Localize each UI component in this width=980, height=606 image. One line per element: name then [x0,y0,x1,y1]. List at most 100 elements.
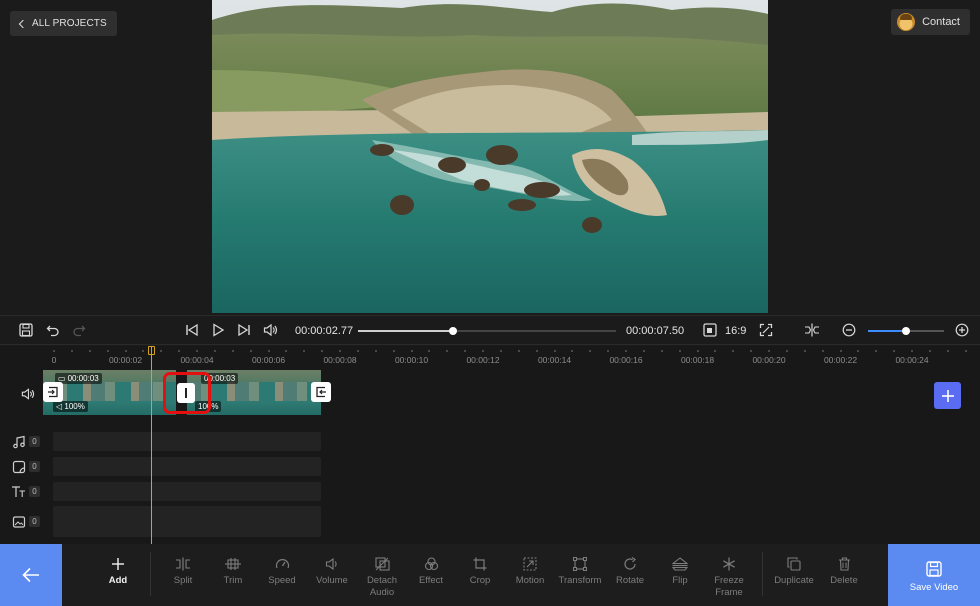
zoom-out-icon[interactable] [842,323,856,337]
ruler-tick [142,350,145,352]
detach-audio-button[interactable]: Detach Audio [359,544,405,606]
save-video-button[interactable]: Save Video [888,544,980,606]
effect-button[interactable]: Effect [411,544,451,606]
clip-end-handle[interactable] [311,382,331,402]
text-icon[interactable] [11,484,26,499]
detach-audio-label-line1: Detach [366,575,398,586]
motion-label: Motion [515,575,545,586]
image-icon[interactable] [11,514,26,529]
undo-icon[interactable] [46,323,60,337]
text-track[interactable] [53,482,321,501]
ruler-tick [106,350,109,352]
flip-icon [672,557,688,571]
image-track[interactable] [53,506,321,537]
ruler-tick [267,350,270,352]
all-projects-button[interactable]: ALL PROJECTS [10,11,117,36]
clip-volume-icon: ◁ [56,402,63,411]
crop-button[interactable]: Crop [460,544,500,606]
ruler-tick [589,350,592,352]
trim-left-icon [48,386,58,398]
zoom-slider[interactable] [868,327,944,335]
ruler-tick [392,350,395,352]
arrow-left-icon [22,567,39,583]
flip-button[interactable]: Flip [660,544,700,606]
back-button[interactable] [0,544,62,606]
playhead[interactable] [151,347,152,544]
music-track[interactable] [53,432,321,451]
timeline[interactable]: 0 00:00:02 00:00:04 00:00:06 00:00:08 00:00:1… [0,346,980,544]
ruler-tick [642,350,645,352]
motion-icon [523,557,537,571]
crop-label: Crop [469,575,491,586]
zoom-in-icon[interactable] [955,323,969,337]
trim-button[interactable]: Trim [213,544,253,606]
music-track-count: 0 [29,436,40,447]
rotate-button[interactable]: Rotate [610,544,650,606]
skip-forward-icon[interactable] [237,323,251,337]
music-icon[interactable] [11,434,26,449]
ruler-tick-label: 00:00:24 [895,355,929,365]
effect-label: Effect [418,575,444,586]
ruler-tick-label: 00:00:16 [609,355,643,365]
add-label: Add [108,575,128,586]
contact-button[interactable]: Contact [891,9,970,35]
delete-button[interactable]: Delete [823,544,865,606]
speaker-icon[interactable] [20,386,35,401]
trash-icon [838,557,850,571]
ruler-tick [517,350,520,352]
video-preview[interactable] [212,0,768,313]
ruler-tick-label: 00:00:10 [394,355,429,365]
trim-label: Trim [223,575,243,586]
duplicate-button[interactable]: Duplicate [770,544,818,606]
sticker-icon[interactable] [11,459,26,474]
add-track-button[interactable] [934,382,961,409]
ruler-tick [213,350,216,352]
preview-area: ALL PROJECTS Contact [0,0,980,315]
ruler-tick [857,350,860,352]
sticker-track[interactable] [53,457,321,476]
volume-icon[interactable] [263,323,278,337]
aspect-ratio-value[interactable]: 16:9 [725,325,746,337]
seek-bar-knob[interactable] [449,327,458,335]
split-button[interactable]: Split [163,544,203,606]
ruler-tick [964,350,967,352]
ruler-tick [196,350,198,352]
motion-button[interactable]: Motion [510,544,550,606]
freeze-frame-button[interactable]: Freeze Frame [708,544,750,606]
zoom-slider-knob[interactable] [902,327,910,335]
skip-back-icon[interactable] [185,323,199,337]
total-time: 00:00:07.50 [626,325,685,337]
ruler-tick [124,350,127,352]
volume-label: Volume [316,575,348,586]
duplicate-icon [787,557,801,571]
play-icon[interactable] [211,323,225,337]
snap-icon[interactable] [804,323,820,337]
split-handle-highlight [163,372,211,414]
volume-button[interactable]: Volume [312,544,352,606]
ruler-tick [678,350,681,352]
aspect-ratio-icon[interactable] [703,323,717,337]
save-project-icon[interactable] [19,323,33,337]
ruler-tick [356,350,359,352]
ruler-tick [911,350,913,352]
ruler-tick [839,350,842,352]
ruler-tick [714,350,717,352]
clip-start-handle[interactable] [43,382,63,402]
speed-button[interactable]: Speed [262,544,302,606]
ruler-tick-label: 00:00:06 [251,355,286,365]
redo-icon[interactable] [72,323,86,337]
ruler-tick-label: 0 [51,355,57,365]
flip-label: Flip [672,575,688,586]
ruler-tick [249,350,252,352]
transform-button[interactable]: Transform [555,544,605,606]
timeline-ruler[interactable]: 0 00:00:02 00:00:04 00:00:06 00:00:08 00:00:1… [0,346,980,368]
seek-bar[interactable] [358,327,616,335]
ruler-tick [696,350,699,352]
ruler-tick [732,350,735,352]
ruler-tick [178,350,181,352]
add-button[interactable]: Add [98,544,138,606]
volume-icon [325,557,337,571]
ruler-tick-label: 00:00:14 [537,355,572,365]
fullscreen-icon[interactable] [759,323,773,337]
ruler-tick [446,350,449,352]
